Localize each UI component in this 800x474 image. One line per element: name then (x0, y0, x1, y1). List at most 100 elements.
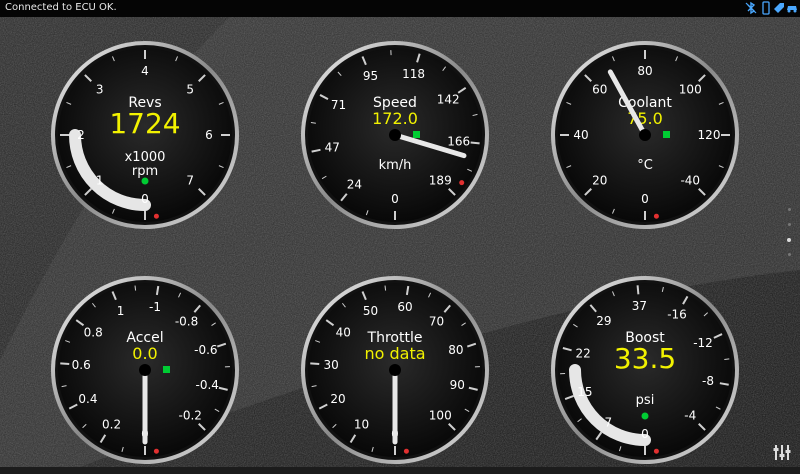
tick-label: -0.8 (175, 314, 198, 328)
tick-label: 90 (450, 378, 465, 392)
warning-marker (154, 214, 159, 219)
status-bar: Connected to ECU OK. (0, 0, 800, 17)
gauge-units: °C (637, 158, 653, 173)
gauge-units: km/h (379, 158, 412, 173)
tick-label: 50 (363, 304, 378, 318)
tick-label: 29 (596, 314, 611, 328)
needle-hub (389, 129, 401, 141)
tick-label: 6 (205, 128, 213, 142)
tick-label: 5 (186, 83, 194, 97)
tick-label: -1 (149, 300, 161, 314)
needle-hub (389, 364, 401, 376)
tick-label: 100 (429, 408, 452, 422)
tag-icon (772, 1, 786, 15)
tick-label: 4 (141, 64, 149, 78)
page-indicator[interactable] (786, 208, 794, 268)
phone-icon (759, 1, 773, 15)
tick-label: -16 (667, 308, 687, 322)
tick-label: 1 (117, 304, 125, 318)
car-icon (785, 1, 799, 15)
tick-label: 0 (141, 192, 149, 206)
tick-label: 2 (77, 128, 85, 142)
tick-label: 142 (437, 92, 460, 106)
tick-label: 120 (698, 128, 721, 142)
tick-label: 40 (573, 128, 588, 142)
tick-label: 40 (336, 325, 351, 339)
tick-label: 80 (448, 343, 463, 357)
throttle-gauge[interactable]: 0102030405060708090100Throttleno data (295, 270, 495, 470)
bluetooth-off-icon (744, 1, 758, 15)
tick-label: 0 (641, 427, 649, 441)
tick-label: -40 (680, 173, 700, 187)
tick-mark (157, 286, 158, 295)
status-indicator (642, 413, 649, 420)
gauge-multiplier: x1000 (125, 150, 166, 165)
tick-label: 0 (641, 192, 649, 206)
tick-label: 70 (429, 314, 444, 328)
tick-label: 1 (96, 173, 104, 187)
status-indicator (413, 131, 420, 138)
tick-mark (407, 286, 408, 295)
tick-label: -0.2 (179, 408, 202, 422)
needle-hub (639, 129, 651, 141)
tick-label: 0.4 (78, 392, 97, 406)
gauge-value: 33.5 (614, 342, 676, 375)
tick-label: 60 (397, 300, 412, 314)
gauge-units: rpm (132, 164, 158, 179)
tick-label: 22 (576, 346, 591, 360)
tick-label: 95 (363, 69, 378, 83)
needle-hub (139, 364, 151, 376)
tick-label: 0.8 (84, 325, 103, 339)
tick-label: 71 (331, 98, 346, 112)
page-dot (788, 253, 791, 256)
tick-label: -4 (684, 408, 696, 422)
warning-marker (654, 449, 659, 454)
tick-label: 47 (325, 140, 340, 154)
tick-label: 80 (637, 64, 652, 78)
tick-label: 24 (347, 177, 362, 191)
gauge-value: 172.0 (372, 109, 418, 128)
accel-gauge[interactable]: 00.20.40.60.81-1-0.8-0.6-0.4-0.2Accel0.0 (45, 270, 245, 470)
status-indicator (142, 178, 149, 185)
warning-marker (404, 449, 409, 454)
warning-marker (154, 449, 159, 454)
tick-label: -0.4 (196, 378, 219, 392)
tick-mark (471, 142, 480, 143)
gauge-value: 1724 (109, 107, 180, 140)
tick-label: 20 (330, 392, 345, 406)
tick-label: 0.2 (102, 418, 121, 432)
tick-mark (724, 359, 729, 360)
warning-marker (459, 180, 464, 185)
tick-label: -12 (693, 336, 713, 350)
tick-label: 100 (679, 83, 702, 97)
tick-label: 0 (391, 192, 399, 206)
revs-gauge[interactable]: 01234567Revs1724x1000rpm (45, 35, 245, 235)
tick-mark (638, 285, 639, 294)
tick-label: 7 (604, 415, 612, 429)
coolant-gauge[interactable]: 020406080100120-40Coolant75.0°C (545, 35, 745, 235)
gauge-value: 0.0 (132, 344, 157, 363)
tick-label: 20 (592, 173, 607, 187)
status-indicator (663, 131, 670, 138)
page-dot (788, 223, 791, 226)
tick-mark (310, 363, 319, 364)
page-dot (788, 208, 791, 211)
menu-button[interactable] (772, 442, 792, 462)
tick-mark (135, 286, 136, 291)
tick-label: 60 (592, 83, 607, 97)
warning-marker (654, 214, 659, 219)
speed-gauge[interactable]: 024477195118142166189Speed172.0km/h (295, 35, 495, 235)
gauge-value: no data (364, 344, 425, 363)
tick-label: 10 (354, 418, 369, 432)
tick-label: -8 (702, 374, 714, 388)
page-dot-active (787, 238, 791, 242)
tick-label: -0.6 (194, 343, 217, 357)
boost-gauge[interactable]: 0715222937-16-12-8-4Boost33.5psi (545, 270, 745, 470)
tick-label: 118 (402, 67, 425, 81)
sliders-icon (774, 445, 791, 460)
tick-label: 189 (429, 173, 452, 187)
tick-label: 7 (186, 173, 194, 187)
tick-label: 15 (577, 385, 592, 399)
tick-mark (385, 286, 386, 291)
tick-label: 3 (96, 83, 104, 97)
